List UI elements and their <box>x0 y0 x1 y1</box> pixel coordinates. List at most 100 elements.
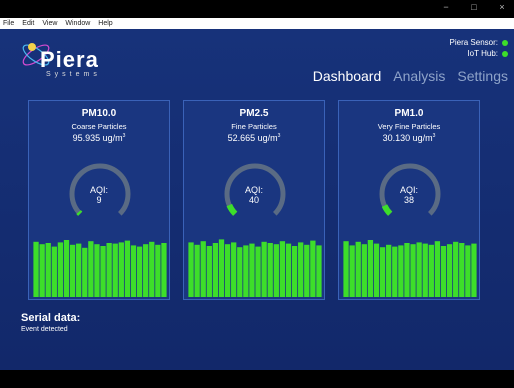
gauge-fill <box>381 204 393 216</box>
history-bar <box>88 241 94 297</box>
history-bar <box>212 243 219 297</box>
history-bar <box>459 243 465 297</box>
particle-history-bars <box>33 240 167 297</box>
history-bar <box>124 240 131 297</box>
tab-analysis[interactable]: Analysis <box>393 68 445 84</box>
logo-sub: Systems <box>46 71 101 78</box>
history-bar <box>149 241 155 297</box>
aqi-readout: AQI: 40 <box>244 185 263 205</box>
bottom-bar <box>0 370 514 388</box>
history-bar <box>343 241 349 297</box>
history-bar <box>410 244 416 297</box>
history-bar <box>45 243 51 297</box>
menu-file[interactable]: File <box>3 18 14 29</box>
history-bar <box>136 246 143 297</box>
tab-dashboard[interactable]: Dashboard <box>313 68 382 84</box>
serial-data-text: Event detected <box>21 326 68 333</box>
history-bar <box>161 243 167 297</box>
history-bar <box>206 246 212 297</box>
history-bar <box>428 244 434 297</box>
aqi-readout: AQI: 9 <box>89 185 108 205</box>
hub-status-indicator <box>502 50 508 57</box>
history-bar <box>379 247 386 297</box>
menu-help[interactable]: Help <box>98 18 112 29</box>
history-bar <box>349 245 355 297</box>
history-bar <box>237 247 243 297</box>
history-bar <box>188 242 194 297</box>
history-bar <box>51 246 57 297</box>
history-bar <box>453 241 459 297</box>
history-bar <box>404 243 410 297</box>
panel-subtitle: Coarse Particles <box>71 122 127 131</box>
history-bar <box>69 244 76 297</box>
history-bar <box>82 247 88 297</box>
sensor-status-indicator <box>502 39 508 46</box>
close-button[interactable]: × <box>496 2 508 12</box>
history-bar <box>231 242 237 297</box>
history-bar <box>63 240 70 297</box>
history-bar <box>39 244 45 297</box>
pm25-panel: PM2.5 Fine Particles 52.665 ug/m3 AQI: 40 <box>183 100 325 300</box>
app-area: Piera Systems Piera Sensor: IoT Hub: Das… <box>0 29 514 370</box>
pm1-panel: PM1.0 Very Fine Particles 30.130 ug/m3 A… <box>338 100 480 300</box>
history-bar <box>304 244 310 297</box>
history-bar <box>367 240 374 297</box>
aqi-readout: AQI: 38 <box>399 185 418 205</box>
tab-settings[interactable]: Settings <box>457 68 508 84</box>
panel-subtitle: Very Fine Particles <box>377 122 441 131</box>
history-bar <box>361 244 367 297</box>
history-bar <box>249 243 255 297</box>
history-bar <box>255 246 261 297</box>
piera-logo: Piera Systems <box>18 35 128 78</box>
history-bar <box>100 246 106 297</box>
history-bar <box>398 245 404 297</box>
history-bar <box>94 244 100 297</box>
menu-edit[interactable]: Edit <box>22 18 34 29</box>
maximize-button[interactable]: □ <box>468 2 480 12</box>
history-bar <box>261 241 267 297</box>
history-bar <box>33 241 39 297</box>
history-bar <box>279 241 286 297</box>
history-bar <box>273 244 279 297</box>
history-bar <box>440 246 447 297</box>
history-bar <box>130 245 137 297</box>
history-bar <box>446 244 453 297</box>
minimize-button[interactable]: − <box>440 2 452 12</box>
history-bar <box>243 245 249 297</box>
connection-status: Piera Sensor: IoT Hub: <box>450 37 508 59</box>
history-bar <box>310 240 316 297</box>
serial-data-title: Serial data: <box>21 312 81 324</box>
panel-title: PM10.0 <box>81 108 117 119</box>
history-bar <box>200 241 206 297</box>
history-bar <box>434 241 441 297</box>
gauge-fill <box>76 210 83 216</box>
panel-title: PM2.5 <box>239 108 269 119</box>
history-bar <box>465 245 471 297</box>
history-bar <box>224 244 231 297</box>
history-bar <box>57 242 64 297</box>
history-bar <box>155 244 161 297</box>
hub-status-label: IoT Hub: <box>467 49 498 58</box>
history-bar <box>194 244 200 297</box>
history-bar <box>392 246 398 297</box>
history-bar <box>118 242 124 297</box>
concentration-value: 52.665 ug/m3 <box>227 133 281 143</box>
panel-title: PM1.0 <box>394 108 424 119</box>
panel-subtitle: Fine Particles <box>231 122 277 131</box>
history-bar <box>267 243 273 297</box>
menu-bar: File Edit View Window Help <box>0 18 514 29</box>
history-bar <box>143 244 149 297</box>
menu-view[interactable]: View <box>42 18 57 29</box>
concentration-value: 30.130 ug/m3 <box>382 133 436 143</box>
menu-window[interactable]: Window <box>65 18 90 29</box>
concentration-value: 95.935 ug/m3 <box>72 133 126 143</box>
particle-history-bars <box>188 239 322 297</box>
main-nav: Dashboard Analysis Settings <box>313 68 508 84</box>
sensor-status-label: Piera Sensor: <box>449 38 498 47</box>
history-bar <box>285 243 292 297</box>
history-bar <box>416 242 422 297</box>
history-bar <box>291 246 298 297</box>
particle-history-bars <box>343 240 477 297</box>
history-bar <box>422 243 428 297</box>
history-bar <box>112 243 118 297</box>
